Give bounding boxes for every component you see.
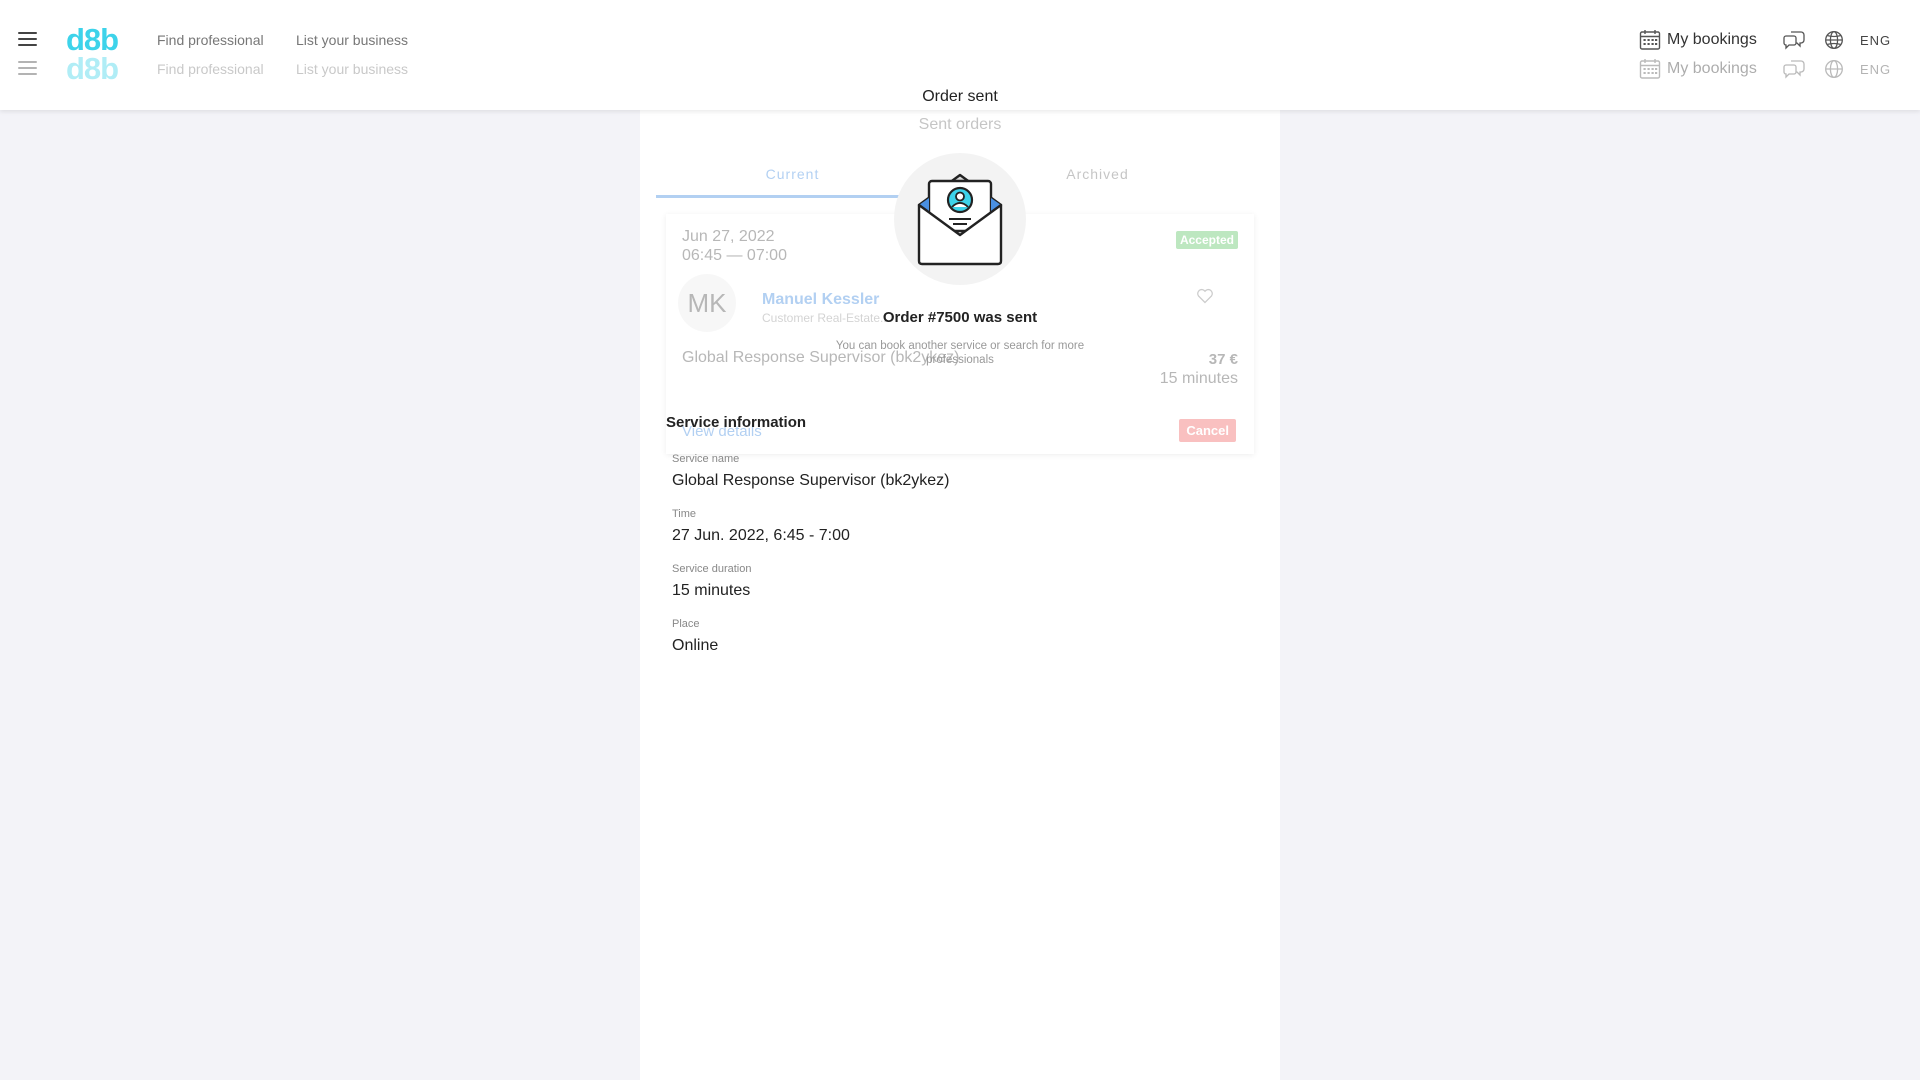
page-title: Order sent (922, 88, 998, 105)
status-badge: Accepted (1175, 231, 1238, 249)
menu-icon (18, 61, 37, 76)
my-bookings-label: My bookings (1667, 60, 1757, 77)
service-duration-label: Service duration (672, 563, 752, 575)
order-price: 37 € (1208, 351, 1238, 368)
my-bookings-link: My bookings (1639, 57, 1757, 81)
place-value: Online (672, 637, 719, 654)
logo: d8b (66, 51, 119, 86)
professional-name-link[interactable]: Manuel Kessler (762, 291, 879, 309)
service-name-label: Service name (672, 453, 740, 465)
time-value: 27 Jun. 2022, 6:45 - 7:00 (672, 527, 850, 544)
nav-find-professional[interactable]: Find professional (157, 32, 264, 48)
order-sent-subtext: You can book another service or search f… (835, 340, 1085, 366)
nav-find-professional: Find professional (157, 61, 264, 77)
envelope-icon (894, 153, 1026, 285)
globe-icon[interactable] (1824, 30, 1844, 50)
place-label: Place (672, 618, 700, 630)
header-row-ghost: d8b Find professional List your business… (0, 51, 1920, 86)
calendar-icon (1639, 59, 1661, 79)
order-sent-heading: Order #7500 was sent (882, 309, 1038, 326)
my-bookings-link[interactable]: My bookings (1639, 28, 1757, 52)
calendar-icon (1639, 30, 1661, 50)
service-information-title: Service information (666, 414, 807, 431)
chat-icon (1783, 60, 1805, 79)
globe-icon (1825, 60, 1843, 78)
order-date: Jun 27, 2022 (682, 228, 775, 245)
order-time: 06:45 — 07:00 (682, 247, 787, 264)
sent-orders-title: Sent orders (918, 116, 1002, 133)
language-selector[interactable]: ENG (1860, 33, 1891, 48)
service-duration-value: 15 minutes (672, 582, 751, 599)
time-label: Time (672, 508, 697, 520)
my-bookings-label: My bookings (1667, 31, 1757, 48)
heart-icon[interactable] (1196, 288, 1214, 304)
cancel-button[interactable]: Cancel (1179, 419, 1236, 442)
service-name-value: Global Response Supervisor (bk2ykez) (672, 472, 950, 489)
order-duration: 15 minutes (1159, 370, 1238, 387)
chat-icon[interactable] (1783, 30, 1805, 50)
header-row: d8b Find professional List your business… (0, 22, 1920, 57)
menu-icon[interactable] (18, 32, 37, 47)
nav-list-your-business: List your business (296, 61, 409, 77)
nav-list-your-business[interactable]: List your business (296, 32, 408, 48)
language-selector: ENG (1860, 62, 1892, 77)
